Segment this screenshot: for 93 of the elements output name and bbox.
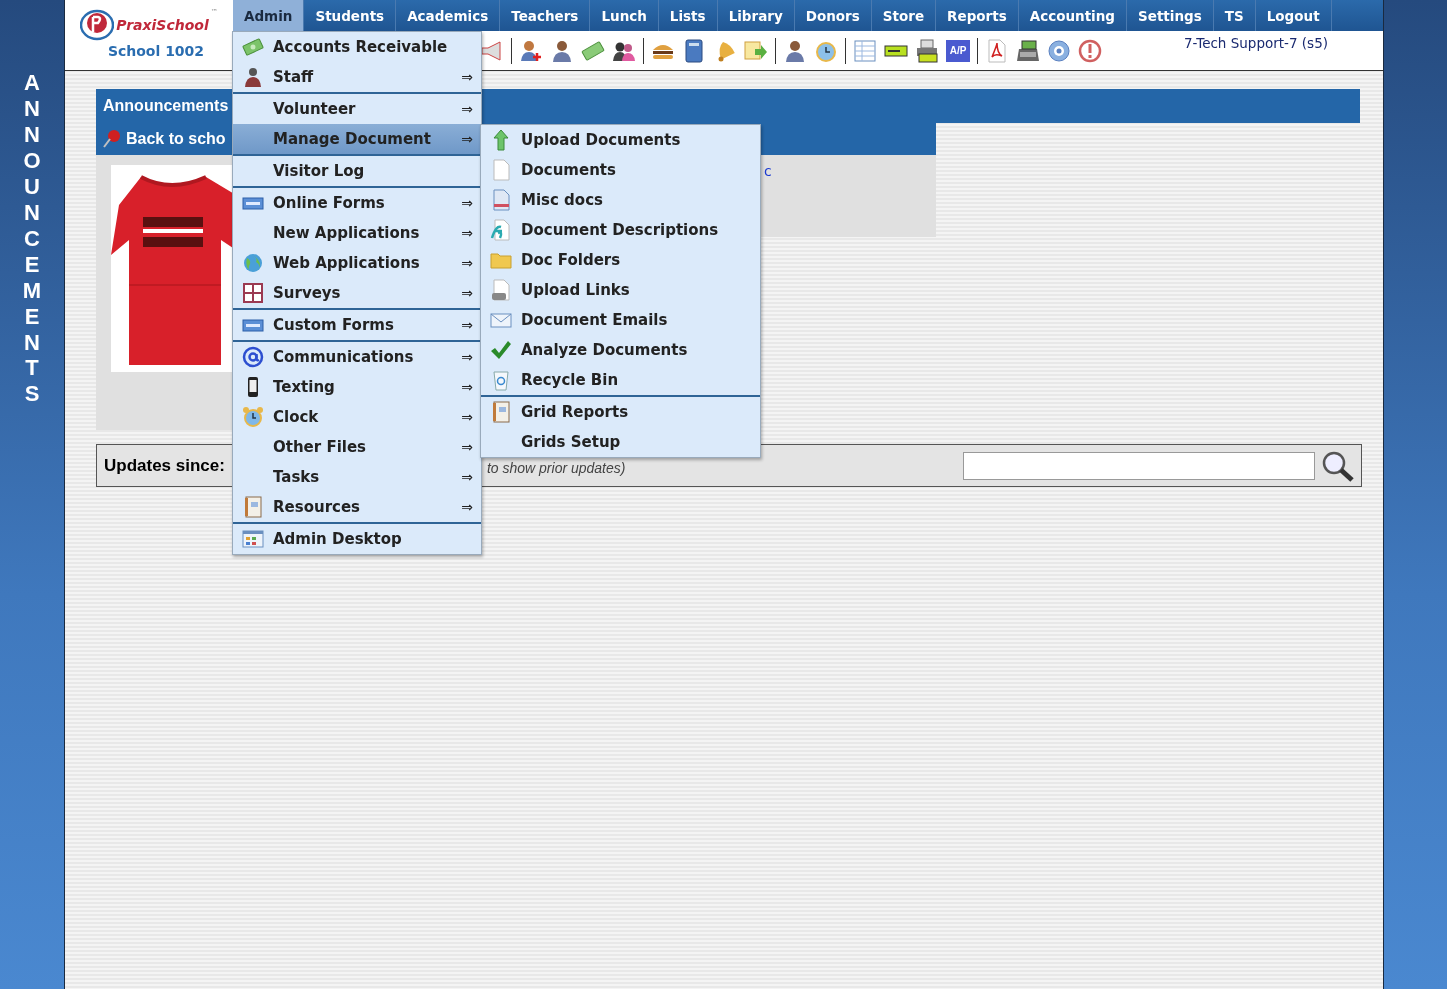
menu-item[interactable]: Document Descriptions	[481, 215, 760, 245]
submenu-arrow-icon: ⇒	[461, 195, 473, 211]
notebook-icon	[490, 401, 512, 423]
page-icon	[490, 279, 512, 301]
menu-item[interactable]: Grid Reports	[481, 397, 760, 427]
nav-tab[interactable]: Settings	[1127, 0, 1214, 31]
nav-tab[interactable]: Admin	[233, 0, 305, 31]
alert-icon[interactable]	[1078, 38, 1102, 63]
submenu-arrow-icon: ⇒	[461, 255, 473, 271]
megaphone-icon[interactable]	[480, 38, 504, 63]
book-icon[interactable]	[682, 38, 706, 63]
alarm-clock-icon	[242, 406, 264, 428]
menu-item[interactable]: Surveys ⇒	[233, 278, 481, 308]
post-link[interactable]: c	[764, 163, 772, 179]
school-name: School 1002	[107, 43, 205, 59]
search-icon[interactable]	[1321, 449, 1355, 482]
menu-item[interactable]: Accounts Receivable	[233, 32, 481, 62]
menu-item[interactable]: Clock ⇒	[233, 402, 481, 432]
menu-item[interactable]: Online Forms ⇒	[233, 188, 481, 218]
check-icon	[490, 339, 512, 361]
logo-text: PraxiSchool	[116, 17, 209, 33]
menu-item[interactable]: Visitor Log	[233, 156, 481, 186]
menu-item[interactable]: Grids Setup	[481, 427, 760, 457]
menu-item[interactable]: Admin Desktop	[233, 524, 481, 554]
nav-tab[interactable]: Lists	[658, 0, 718, 31]
submenu-arrow-icon: ⇒	[461, 379, 473, 395]
accounts-payable-icon[interactable]: A/P	[946, 39, 970, 62]
menu-item[interactable]: Manage Document ⇒	[233, 124, 481, 154]
menu-item[interactable]: Doc Folders	[481, 245, 760, 275]
checklist-icon	[242, 282, 264, 304]
menu-item[interactable]: Staff ⇒	[233, 62, 481, 92]
person-add-icon[interactable]	[519, 38, 543, 63]
submenu-arrow-icon: ⇒	[461, 131, 473, 147]
submenu-arrow-icon: ⇒	[461, 317, 473, 333]
nav-tab[interactable]: Reports	[936, 0, 1019, 31]
notebook-icon	[242, 496, 264, 518]
help-icon[interactable]	[1047, 38, 1071, 63]
updates-label: Updates since:	[104, 455, 225, 476]
menu-item[interactable]: Custom Forms ⇒	[233, 310, 481, 340]
menu-item[interactable]: Volunteer ⇒	[233, 94, 481, 124]
menu-item[interactable]: Upload Documents	[481, 125, 760, 155]
vertical-heading: ANNOUNCEMENTS	[21, 70, 43, 409]
menu-item[interactable]: Resources ⇒	[233, 492, 481, 522]
nav-tab[interactable]: Lunch	[590, 0, 659, 31]
menu-item[interactable]: Analyze Documents	[481, 335, 760, 365]
submenu-arrow-icon: ⇒	[461, 499, 473, 515]
desktop-icon	[242, 528, 264, 550]
up-arrow-icon	[490, 129, 512, 151]
menu-item[interactable]: Documents	[481, 155, 760, 185]
menu-item[interactable]: Web Applications ⇒	[233, 248, 481, 278]
submenu-arrow-icon: ⇒	[461, 225, 473, 241]
globe-icon	[242, 252, 264, 274]
cash-register-icon[interactable]	[1016, 38, 1040, 63]
menu-item[interactable]: Texting ⇒	[233, 372, 481, 402]
nav-tab[interactable]: TS	[1213, 0, 1256, 31]
person-icon[interactable]	[783, 38, 807, 63]
nav-tab[interactable]: Donors	[794, 0, 872, 31]
person-icon	[242, 66, 264, 88]
submenu-arrow-icon: ⇒	[461, 409, 473, 425]
recycle-bin-icon	[490, 369, 512, 391]
submenu-arrow-icon: ⇒	[461, 439, 473, 455]
page-icon	[490, 159, 512, 181]
page-icon	[490, 219, 512, 241]
menu-item[interactable]: Recycle Bin	[481, 365, 760, 395]
menu-item[interactable]: New Applications ⇒	[233, 218, 481, 248]
pushpin-icon	[102, 129, 122, 149]
submenu-arrow-icon: ⇒	[461, 469, 473, 485]
submenu-arrow-icon: ⇒	[461, 285, 473, 301]
printer-icon[interactable]	[915, 38, 939, 63]
at-sign-icon	[242, 346, 264, 368]
person-icon[interactable]	[550, 38, 574, 63]
search-field[interactable]	[963, 451, 1315, 480]
nav-tab[interactable]: Accounting	[1018, 0, 1128, 31]
menu-item[interactable]: Document Emails	[481, 305, 760, 335]
page-icon	[490, 189, 512, 211]
updates-hint: to show prior updates)	[486, 461, 626, 477]
nav-tab[interactable]: Logout	[1255, 0, 1332, 31]
post-title: Back to scho	[126, 130, 226, 148]
menu-item[interactable]: Upload Links	[481, 275, 760, 305]
submenu-arrow-icon: ⇒	[461, 349, 473, 365]
submenu-arrow-icon: ⇒	[461, 101, 473, 117]
logo-icon	[80, 8, 115, 42]
export-icon[interactable]	[744, 38, 768, 63]
menu-item[interactable]: Misc docs	[481, 185, 760, 215]
nav-tab[interactable]: Library	[717, 0, 795, 31]
menu-item[interactable]: Other Files ⇒	[233, 432, 481, 462]
user-name: 7-Tech Support-7 (s5)	[1183, 35, 1328, 51]
menu-item[interactable]: Communications ⇒	[233, 342, 481, 372]
pdf-icon[interactable]	[985, 38, 1009, 63]
submenu-arrow-icon: ⇒	[461, 69, 473, 85]
menu-item[interactable]: Tasks ⇒	[233, 462, 481, 492]
nav-tab[interactable]: Teachers	[500, 0, 591, 31]
nav-tab[interactable]: Store	[871, 0, 937, 31]
